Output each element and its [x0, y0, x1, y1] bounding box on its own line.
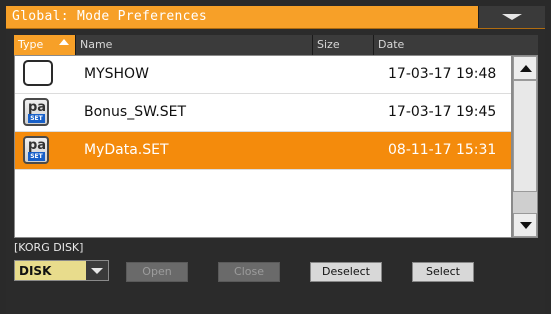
set-label: SET [28, 114, 45, 123]
select-button[interactable]: Select [412, 262, 474, 282]
deselect-button[interactable]: Deselect [310, 262, 382, 282]
open-button[interactable]: Open [126, 262, 188, 282]
close-button[interactable]: Close [218, 262, 280, 282]
icon-cell [23, 60, 53, 88]
file-date: 17-03-17 19:48 [388, 66, 497, 82]
page-menu-button[interactable] [478, 6, 545, 28]
file-date: 17-03-17 19:45 [388, 104, 497, 120]
file-list: MYSHOW 17-03-17 19:48 pa SET Bonus_SW.SE… [14, 55, 512, 238]
icon-cell: pa SET [23, 98, 51, 126]
folder-icon [23, 60, 53, 86]
device-select[interactable]: DISK [14, 260, 109, 281]
dropdown-arrow-icon[interactable] [86, 261, 108, 280]
column-size[interactable]: Size [313, 35, 374, 55]
scroll-thumb[interactable] [513, 80, 537, 192]
pa-set-icon: pa SET [23, 136, 49, 164]
file-name: MyData.SET [84, 142, 169, 158]
sort-ascending-icon [59, 39, 69, 45]
column-type[interactable]: Type [14, 35, 76, 55]
vertical-scrollbar[interactable] [512, 55, 538, 238]
page-title: Global: Mode Preferences [12, 9, 208, 24]
column-header: Type Name Size Date [14, 35, 538, 55]
file-name: MYSHOW [84, 66, 149, 82]
current-path: [KORG DISK] [14, 241, 84, 254]
pa-set-icon: pa SET [23, 98, 49, 126]
file-row-selected[interactable]: pa SET MyData.SET 08-11-17 15:31 [15, 132, 511, 170]
pa-label: pa [28, 138, 47, 153]
file-date: 08-11-17 15:31 [388, 142, 497, 158]
column-type-label: Type [18, 38, 44, 51]
file-row[interactable]: MYSHOW 17-03-17 19:48 [15, 56, 511, 94]
device-value: DISK [19, 264, 52, 278]
column-date[interactable]: Date [374, 35, 538, 55]
title-bar: Global: Mode Preferences [6, 6, 545, 29]
scroll-up-icon[interactable] [513, 56, 537, 80]
file-name: Bonus_SW.SET [84, 104, 187, 120]
column-name[interactable]: Name [76, 35, 313, 55]
chevron-down-icon [502, 14, 522, 20]
file-browser: Type Name Size Date MYSHOW 17-03-17 19:4… [6, 29, 545, 314]
icon-cell: pa SET [23, 136, 51, 164]
file-row[interactable]: pa SET Bonus_SW.SET 17-03-17 19:45 [15, 94, 511, 132]
scroll-down-icon[interactable] [513, 213, 537, 237]
set-label: SET [28, 152, 45, 161]
pa-label: pa [28, 100, 47, 115]
